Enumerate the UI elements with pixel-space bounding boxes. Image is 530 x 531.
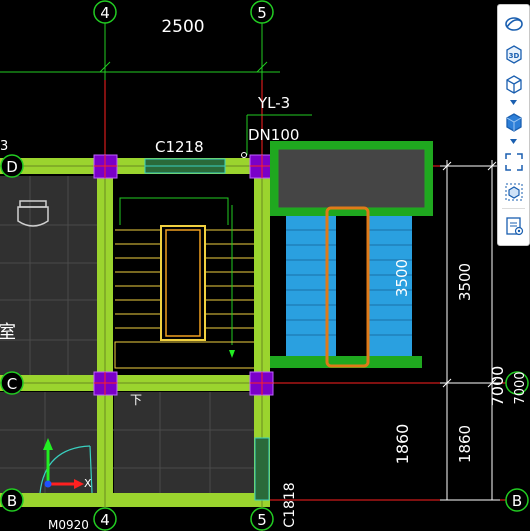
window-right-label: C1818 xyxy=(282,482,298,527)
grid-label-5-top: 5 xyxy=(257,4,267,22)
dim-stair-height: 3500 xyxy=(393,259,411,297)
edge-text: 3 xyxy=(0,139,8,154)
cad-viewport[interactable]: 4 5 4 5 D C B B 2500 YL-3 DN100 C1218 3 … xyxy=(0,0,530,531)
3d-view-icon: 3D xyxy=(505,44,522,64)
orbit-button[interactable] xyxy=(501,11,526,36)
orbit-icon xyxy=(504,16,523,31)
cad-drawing-canvas[interactable]: 4 5 4 5 D C B B 2500 YL-3 DN100 C1218 3 … xyxy=(0,0,530,531)
wireframe-box-button[interactable] xyxy=(501,71,526,96)
pipe-tag-label: YL-3 xyxy=(257,94,290,112)
dim-top-span: 2500 xyxy=(161,17,204,37)
properties-icon xyxy=(505,216,523,235)
stair-direction-label: 下 xyxy=(130,393,142,407)
grid-label-d: D xyxy=(6,158,18,176)
dim-right-outer: 3500 xyxy=(456,263,474,301)
dim-lower-span-outer: 1860 xyxy=(456,425,474,463)
dim-lower-span: 1860 xyxy=(393,424,412,465)
room-fill-left-upper xyxy=(0,176,100,378)
solid-box-button[interactable] xyxy=(501,109,526,134)
axis-x-label: X xyxy=(84,477,92,490)
pipe-size-label: DN100 xyxy=(248,126,299,144)
grid-label-4-top: 4 xyxy=(100,4,110,22)
grid-label-c: C xyxy=(7,375,17,393)
3d-label: 3D xyxy=(508,52,519,60)
chevron-down-icon[interactable] xyxy=(510,139,517,144)
window-top-label: C1218 xyxy=(155,138,204,156)
stair xyxy=(114,197,256,369)
grid-label-b: B xyxy=(7,492,17,510)
grid-label-5-bottom: 5 xyxy=(257,511,267,529)
door-bottom-label: M0920 xyxy=(48,518,89,531)
properties-button[interactable] xyxy=(501,213,526,238)
chevron-down-icon[interactable] xyxy=(510,100,517,105)
isolate-button[interactable] xyxy=(501,179,526,204)
isolate-icon xyxy=(505,183,522,200)
section-box-icon xyxy=(504,152,523,171)
dim-right-total-overlap: 7000 xyxy=(513,371,528,404)
water-tank[interactable] xyxy=(270,141,433,368)
grid-label-b-right: B xyxy=(512,492,522,510)
view-toolbar: 3D xyxy=(497,4,530,246)
dim-right-total: 7000 xyxy=(488,366,507,407)
3d-view-button[interactable]: 3D xyxy=(501,41,526,66)
grid-label-4-bottom: 4 xyxy=(100,511,110,529)
room-name-fragment: 室 xyxy=(0,322,16,343)
section-box-button[interactable] xyxy=(501,149,526,174)
window-c1818[interactable] xyxy=(254,437,270,501)
solid-box-icon xyxy=(505,112,522,132)
grid-axis-leaders xyxy=(0,22,280,80)
room-fill-center-lower xyxy=(114,392,259,497)
wireframe-box-icon xyxy=(505,74,522,94)
